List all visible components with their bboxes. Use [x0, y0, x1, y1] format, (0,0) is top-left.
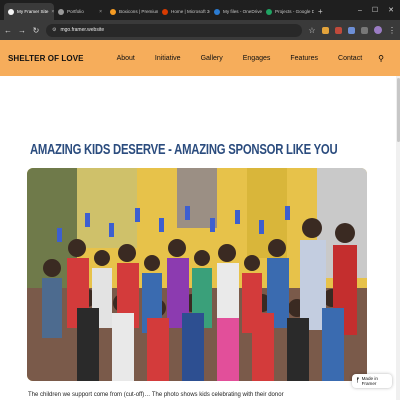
window-controls: – ☐ ✕ [358, 0, 400, 20]
tab-favicon [110, 8, 116, 15]
site-info-icon[interactable]: ⚙ [52, 27, 56, 33]
nav-link-initiative[interactable]: Initiative [145, 55, 191, 62]
made-in-framer-badge[interactable]: ᚠ Made in Framer [352, 374, 392, 388]
nav-link-engages[interactable]: Engages [233, 55, 281, 62]
tab-favicon [58, 8, 64, 15]
nav-link-gallery[interactable]: Gallery [191, 55, 233, 62]
tab-favicon [266, 8, 272, 15]
browser-tab[interactable]: Boxicons | Premium web× [106, 3, 158, 20]
badge-label: Made in Framer [361, 376, 378, 386]
tab-title: My Framer Site [17, 9, 49, 14]
search-icon[interactable]: ⚲ [372, 54, 392, 63]
close-window-icon[interactable]: ✕ [388, 6, 394, 14]
intro-paragraph: The children we support come from (cut-o… [28, 392, 284, 398]
tab-title: My files - OneDrive [223, 9, 262, 14]
url-text: mgo.framer.website [60, 27, 105, 33]
tab-title: Home | Microsoft 365 [171, 9, 210, 14]
extension-icon[interactable] [322, 26, 329, 34]
browser-tab[interactable]: Projects - Google Drive× [262, 3, 314, 20]
tab-title: Portfolio [67, 9, 84, 14]
back-icon[interactable]: ← [4, 26, 12, 35]
tab-favicon [214, 8, 220, 15]
forward-icon[interactable]: → [18, 26, 26, 35]
photo-illustration [27, 168, 367, 381]
browser-menu-icon[interactable]: ⋮ [388, 26, 396, 35]
reload-icon[interactable]: ↻ [32, 26, 40, 35]
nav-link-contact[interactable]: Contact [328, 55, 372, 62]
address-bar[interactable]: ⚙ mgo.framer.website [46, 23, 302, 37]
tab-title: Boxicons | Premium web [119, 9, 158, 14]
extension-icon[interactable] [335, 26, 342, 34]
profile-avatar[interactable] [374, 26, 382, 34]
browser-tab[interactable]: My files - OneDrive× [210, 3, 262, 20]
browser-tab[interactable]: My Framer Site × [4, 3, 54, 20]
extension-icon[interactable] [348, 26, 355, 34]
nav-link-about[interactable]: About [107, 55, 145, 62]
nav-link-features[interactable]: Features [280, 55, 328, 62]
main-nav: About Initiative Gallery Engages Features Con… [107, 54, 392, 63]
extensions-puzzle-icon[interactable] [361, 26, 368, 34]
bookmark-star-icon[interactable]: ☆ [308, 26, 316, 35]
browser-tab-bar: My Framer Site × Portfolio × Boxicons | Prem… [0, 0, 400, 20]
close-tab-icon[interactable]: × [99, 9, 102, 15]
site-logo[interactable]: SHELTER OF LOVE [8, 54, 84, 63]
kids-group-photo [27, 168, 367, 381]
tab-favicon [8, 8, 14, 15]
page-heading: AMAZING KIDS DESERVE - AMAZING SPONSOR L… [30, 142, 338, 158]
minimize-icon[interactable]: – [358, 7, 362, 14]
tab-favicon [162, 8, 168, 15]
framer-logo-icon: ᚠ [356, 378, 360, 384]
toolbar-right: ☆ ⋮ [308, 26, 396, 35]
browser-toolbar: ← → ↻ ⚙ mgo.framer.website ☆ ⋮ [0, 20, 400, 40]
maximize-icon[interactable]: ☐ [372, 6, 378, 14]
tab-title: Projects - Google Drive [275, 9, 314, 14]
browser-tab[interactable]: Portfolio × [54, 3, 106, 20]
browser-tab[interactable]: Home | Microsoft 365× [158, 3, 210, 20]
site-header: SHELTER OF LOVE About Initiative Gallery En… [0, 40, 400, 76]
new-tab-button[interactable]: + [314, 3, 327, 20]
